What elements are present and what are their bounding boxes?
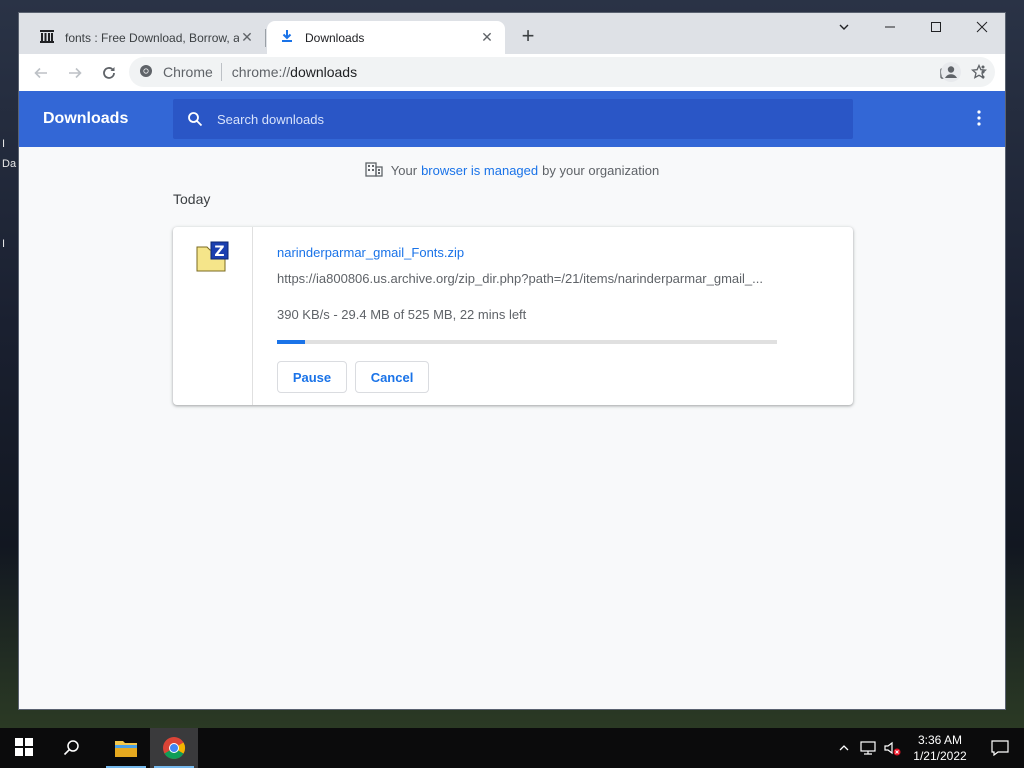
building-icon xyxy=(365,161,383,180)
windows-logo-icon xyxy=(15,737,33,759)
clock-time: 3:36 AM xyxy=(917,733,963,747)
managed-prefix: Your xyxy=(390,163,418,178)
tab-title: Downloads xyxy=(305,30,365,45)
progress-bar-fill xyxy=(277,340,305,344)
file-name-link[interactable]: narinderparmar_gmail_Fonts.zip xyxy=(277,245,464,260)
taskbar-search-icon[interactable] xyxy=(48,728,96,768)
tab-internet-archive[interactable]: fonts : Free Download, Borrow, and Strea… xyxy=(27,21,265,54)
minimize-icon[interactable] xyxy=(867,13,913,41)
new-tab-icon[interactable]: + xyxy=(517,25,539,47)
start-button[interactable] xyxy=(0,728,48,768)
managed-link[interactable]: browser is managed xyxy=(421,163,538,178)
download-icon xyxy=(279,28,295,47)
cancel-button[interactable]: Cancel xyxy=(355,361,429,393)
volume-muted-icon[interactable] xyxy=(880,740,904,756)
managed-suffix: by your organization xyxy=(542,163,660,178)
site-info[interactable]: Chrome xyxy=(129,64,213,81)
search-box[interactable] xyxy=(173,99,853,139)
pause-button[interactable]: Pause xyxy=(277,361,347,393)
downloads-menu-icon[interactable] xyxy=(971,109,987,130)
page-title: Downloads xyxy=(43,110,129,127)
file-source-url: https://ia800806.us.archive.org/zip_dir.… xyxy=(277,271,763,286)
download-item: Z narinderparmar_gmail_Fonts.zip https:/… xyxy=(173,227,853,405)
close-tab-icon[interactable]: ✕ xyxy=(239,29,255,46)
url-host: downloads xyxy=(290,64,358,80)
clock-date: 1/21/2022 xyxy=(913,749,967,763)
back-arrow-icon[interactable] xyxy=(25,57,57,89)
svg-text:Z: Z xyxy=(214,244,224,260)
address-bar[interactable]: Chrome chrome://downloads xyxy=(129,57,995,87)
system-tray: 3:36 AM 1/21/2022 xyxy=(832,728,1024,768)
tab-strip: fonts : Free Download, Borrow, and Strea… xyxy=(19,13,1005,54)
site-label: Chrome xyxy=(163,64,213,80)
desktop-icon-label[interactable]: I xyxy=(2,138,5,150)
download-status: 390 KB/s - 29.4 MB of 525 MB, 22 mins le… xyxy=(277,307,527,322)
browser-window: fonts : Free Download, Borrow, and Strea… xyxy=(18,12,1006,710)
maximize-icon[interactable] xyxy=(913,13,959,41)
archive-icon xyxy=(39,28,55,47)
downloads-toolbar: Downloads xyxy=(19,91,1005,147)
network-icon[interactable] xyxy=(856,741,880,755)
desktop-icon-label[interactable]: I xyxy=(2,238,5,250)
url-text: chrome://downloads xyxy=(232,64,357,80)
desktop-icon-label[interactable]: Da xyxy=(2,158,16,170)
tab-title: fonts : Free Download, Borrow, and Strea… xyxy=(65,30,239,45)
chrome-taskbar-icon[interactable] xyxy=(150,728,198,768)
window-controls xyxy=(821,13,1005,41)
taskbar: 3:36 AM 1/21/2022 xyxy=(0,728,1024,768)
search-icon[interactable] xyxy=(173,111,217,127)
notification-icon[interactable] xyxy=(976,740,1024,756)
close-tab-icon[interactable]: ✕ xyxy=(479,29,495,46)
reload-icon[interactable] xyxy=(93,57,125,89)
zip-file-icon: Z xyxy=(195,241,231,276)
tab-downloads[interactable]: Downloads ✕ xyxy=(267,21,505,54)
omnibox-divider xyxy=(220,63,222,81)
chrome-logo-icon xyxy=(139,64,153,81)
forward-arrow-icon[interactable] xyxy=(59,57,91,89)
chevron-up-icon[interactable] xyxy=(832,742,856,754)
managed-notice: Your browser is managed by your organiza… xyxy=(19,161,1005,180)
url-scheme: chrome:// xyxy=(231,64,291,80)
close-window-icon[interactable] xyxy=(959,13,1005,41)
chrome-menu-icon[interactable] xyxy=(967,56,999,88)
tab-divider xyxy=(265,29,266,47)
tab-search-chevron-icon[interactable] xyxy=(821,13,867,41)
file-icon-column: Z xyxy=(173,227,253,405)
date-heading: Today xyxy=(173,191,211,207)
profile-avatar-icon[interactable] xyxy=(935,56,967,88)
system-clock[interactable]: 3:36 AM 1/21/2022 xyxy=(904,732,976,764)
search-input[interactable] xyxy=(217,100,853,138)
progress-bar xyxy=(277,340,777,344)
browser-toolbar: Chrome chrome://downloads xyxy=(19,54,1005,91)
file-explorer-icon[interactable] xyxy=(102,728,150,768)
